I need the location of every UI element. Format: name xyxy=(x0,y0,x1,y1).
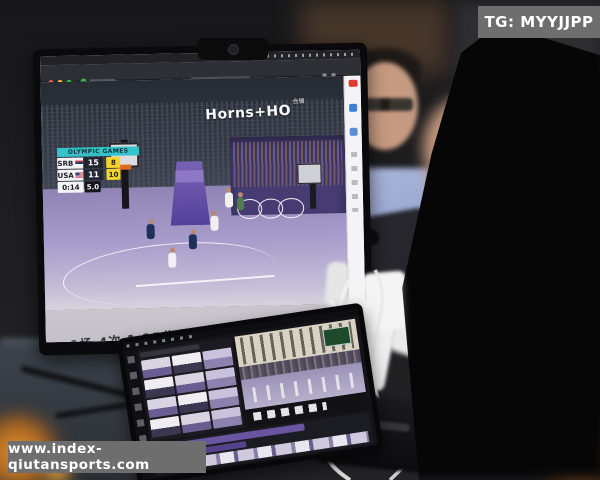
purple-tower-highlight xyxy=(176,170,203,182)
scoreboard-clock-row: 0:14 5.0 xyxy=(58,180,140,193)
stands-crowd-texture xyxy=(233,140,343,188)
usa-flag-icon xyxy=(76,173,84,178)
team-code: SRB xyxy=(57,158,83,170)
media-thumbnails[interactable] xyxy=(141,347,243,440)
telegram-watermark: TG: MYYJJPP xyxy=(478,6,600,38)
player-navy-jersey xyxy=(189,234,197,249)
player-white-jersey xyxy=(225,192,233,207)
scoreboard-title: OLYMPIC GAMES xyxy=(57,146,139,157)
sidebar-app-icon[interactable] xyxy=(350,128,358,136)
sidebar-more-icons[interactable] xyxy=(351,152,358,212)
basketball-backboard xyxy=(297,163,322,184)
player-white-jersey xyxy=(210,215,218,230)
preview-scoreboard xyxy=(322,325,351,347)
serbia-flag-icon xyxy=(75,161,83,166)
team-score: 15 xyxy=(83,157,103,168)
scoreboard-row-srb: SRB 15 8 xyxy=(57,156,139,169)
team-score: 11 xyxy=(83,169,103,180)
game-clock: 0:14 xyxy=(58,182,84,194)
olympic-rings-icon xyxy=(237,198,304,220)
photo-scene: OLYMPIC GAMES SRB 15 8 USA xyxy=(0,0,600,480)
team-fouls: 10 xyxy=(106,169,120,180)
team-fouls: 8 xyxy=(106,157,120,168)
referee-green-shirt xyxy=(237,197,244,210)
video-preview-panel xyxy=(234,319,368,428)
website-watermark: www.index-qiutansports.com xyxy=(8,441,206,473)
video-headline-note: 合辑 xyxy=(292,96,304,106)
scoreboard-row-usa: USA 11 10 xyxy=(58,168,140,181)
notification-badge xyxy=(349,80,358,87)
shot-clock: 5.0 xyxy=(85,181,101,192)
team-code: USA xyxy=(58,170,84,182)
webcam-lens-icon xyxy=(228,44,239,55)
player-navy-jersey xyxy=(147,224,155,239)
player-white-jersey xyxy=(168,253,176,268)
sidebar-app-icon[interactable] xyxy=(349,104,357,112)
scoreboard-overlay: OLYMPIC GAMES SRB 15 8 USA xyxy=(57,146,140,193)
